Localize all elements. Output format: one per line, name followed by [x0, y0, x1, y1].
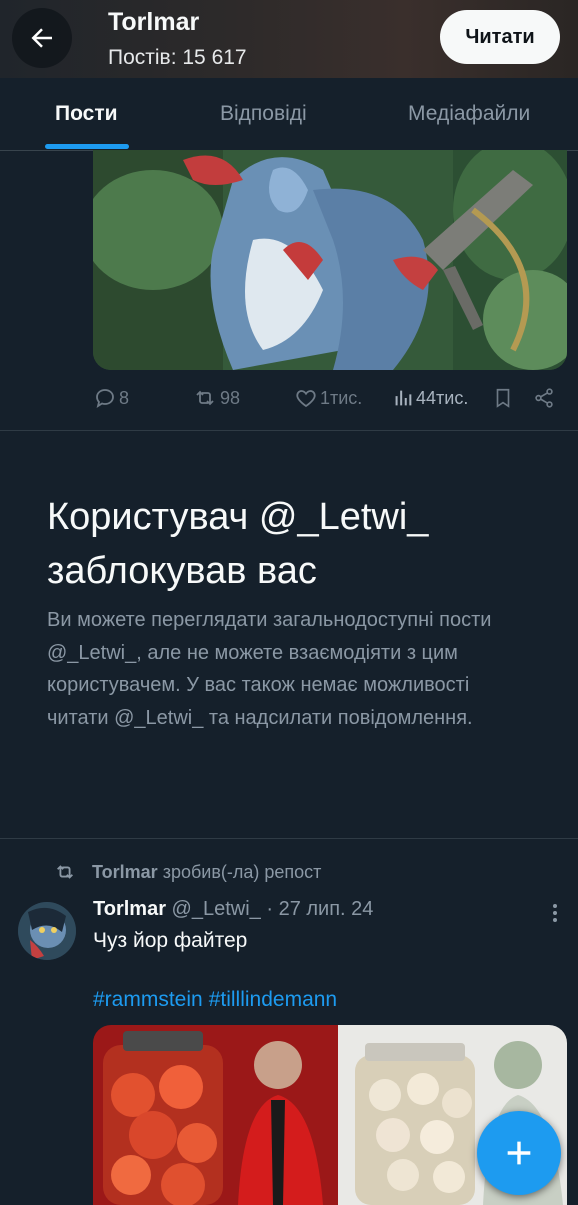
- tab-replies[interactable]: Відповіді: [220, 102, 307, 126]
- more-options-button[interactable]: [548, 902, 562, 924]
- blocked-title: Користувач @_Letwi_ заблокував вас: [47, 496, 429, 592]
- tweet-author-handle[interactable]: @_Letwi_: [172, 898, 261, 920]
- active-tab-indicator: [45, 144, 129, 149]
- tab-posts[interactable]: Пости: [55, 102, 118, 126]
- repost-button[interactable]: 98: [192, 380, 240, 416]
- profile-tabs: Пости Відповіді Медіафайли: [0, 78, 578, 151]
- post-image[interactable]: [93, 150, 567, 370]
- posts-count: Постів: 15 617: [108, 46, 247, 69]
- hashtag-link[interactable]: #tilllindemann: [209, 988, 337, 1011]
- repost-label: зробив(-ла) репост: [162, 861, 322, 882]
- avatar[interactable]: [18, 902, 76, 960]
- bookmark-icon: [496, 388, 510, 408]
- post-action-bar: 8 98 1тис. 44тис.: [0, 380, 578, 416]
- heart-icon: [296, 390, 316, 408]
- hashtag-link[interactable]: #rammstein: [93, 988, 203, 1011]
- back-button[interactable]: [12, 8, 72, 68]
- repost-user[interactable]: Torlmar: [92, 862, 158, 883]
- bookmark-button[interactable]: [492, 380, 516, 416]
- blocked-description: Ви можете переглядати загальнодоступні п…: [47, 609, 492, 729]
- repost-icon: [196, 390, 214, 406]
- share-icon: [535, 388, 553, 408]
- repost-icon: [57, 865, 73, 879]
- profile-header: Torlmar Постів: 15 617 Читати: [0, 0, 578, 78]
- tweet-header: Torlmar @_Letwi_ · 27 лип. 24: [93, 898, 373, 921]
- arrow-left-icon: [31, 28, 52, 48]
- repost-count: 98: [220, 387, 241, 408]
- tweet-hashtags: #rammstein #tilllindemann: [93, 988, 343, 1012]
- repost-indicator: Torlmar зробив(-ла) репост: [52, 858, 321, 886]
- views-button[interactable]: 44тис.: [392, 380, 468, 416]
- tweet-author-name[interactable]: Torlmar: [93, 898, 166, 920]
- tweet-text: Чуз йор файтер: [93, 929, 248, 952]
- like-count: 1тис.: [320, 387, 363, 408]
- like-button[interactable]: 1тис.: [294, 380, 362, 416]
- divider: [0, 838, 578, 839]
- compose-button[interactable]: [477, 1111, 561, 1195]
- divider: [0, 430, 578, 431]
- reply-icon: [96, 389, 114, 408]
- tab-media[interactable]: Медіафайли: [408, 102, 530, 126]
- plus-icon: [507, 1141, 531, 1165]
- reply-count: 8: [119, 387, 130, 408]
- share-button[interactable]: [533, 380, 557, 416]
- profile-name: Torlmar: [108, 8, 200, 36]
- more-vertical-icon: [553, 904, 557, 922]
- reply-button[interactable]: 8: [93, 380, 129, 416]
- follow-button[interactable]: Читати: [440, 10, 560, 64]
- tweet-date[interactable]: · 27 лип. 24: [266, 898, 373, 920]
- views-count: 44тис.: [416, 387, 469, 408]
- views-chart-icon: [395, 390, 412, 406]
